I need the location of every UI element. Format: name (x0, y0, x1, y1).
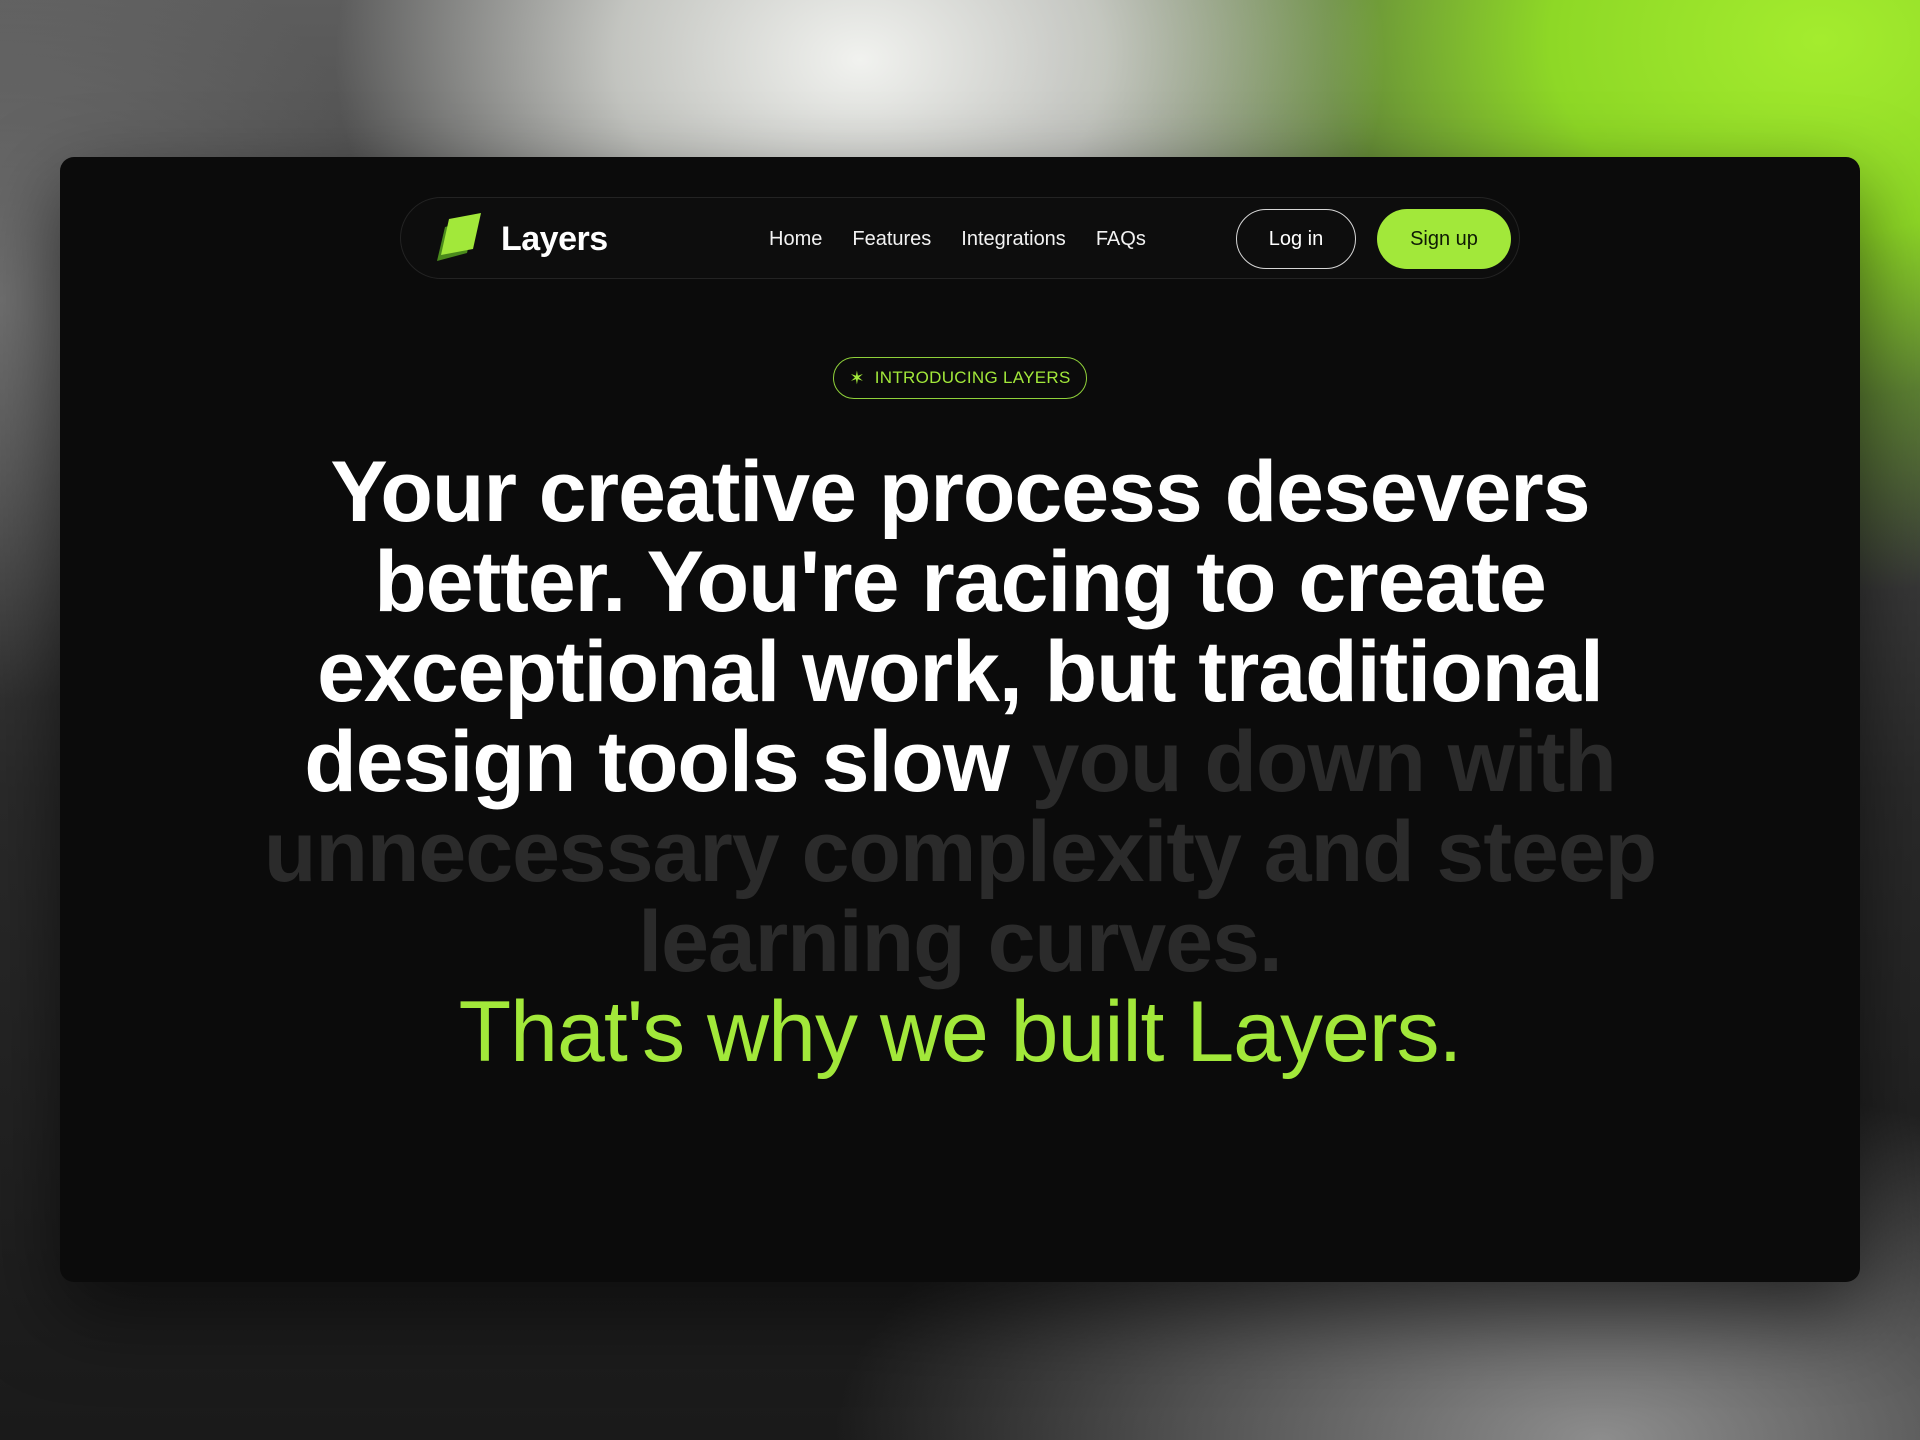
brand[interactable]: Layers (431, 211, 608, 267)
intro-badge: ✶ INTRODUCING LAYERS (833, 357, 1087, 399)
brand-name: Layers (501, 219, 608, 258)
layers-logo-icon (437, 213, 481, 261)
nav-link-features[interactable]: Features (852, 228, 931, 251)
hero-headline: Your creative process desevers better. Y… (260, 447, 1660, 987)
landing-page-frame: Layers Home Features Integrations FAQs L… (60, 157, 1860, 1282)
nav-link-integrations[interactable]: Integrations (961, 228, 1066, 251)
nav-link-home[interactable]: Home (769, 228, 822, 251)
hero-tagline: That's why we built Layers. (458, 984, 1463, 1080)
nav-link-faqs[interactable]: FAQs (1096, 228, 1146, 251)
signup-button[interactable]: Sign up (1377, 209, 1511, 269)
sparkle-icon: ✶ (849, 368, 865, 388)
top-navbar: Layers Home Features Integrations FAQs L… (400, 197, 1520, 279)
intro-badge-label: INTRODUCING LAYERS (874, 368, 1071, 387)
login-button[interactable]: Log in (1236, 209, 1356, 269)
nav-menu: Home Features Integrations FAQs (769, 198, 1146, 280)
